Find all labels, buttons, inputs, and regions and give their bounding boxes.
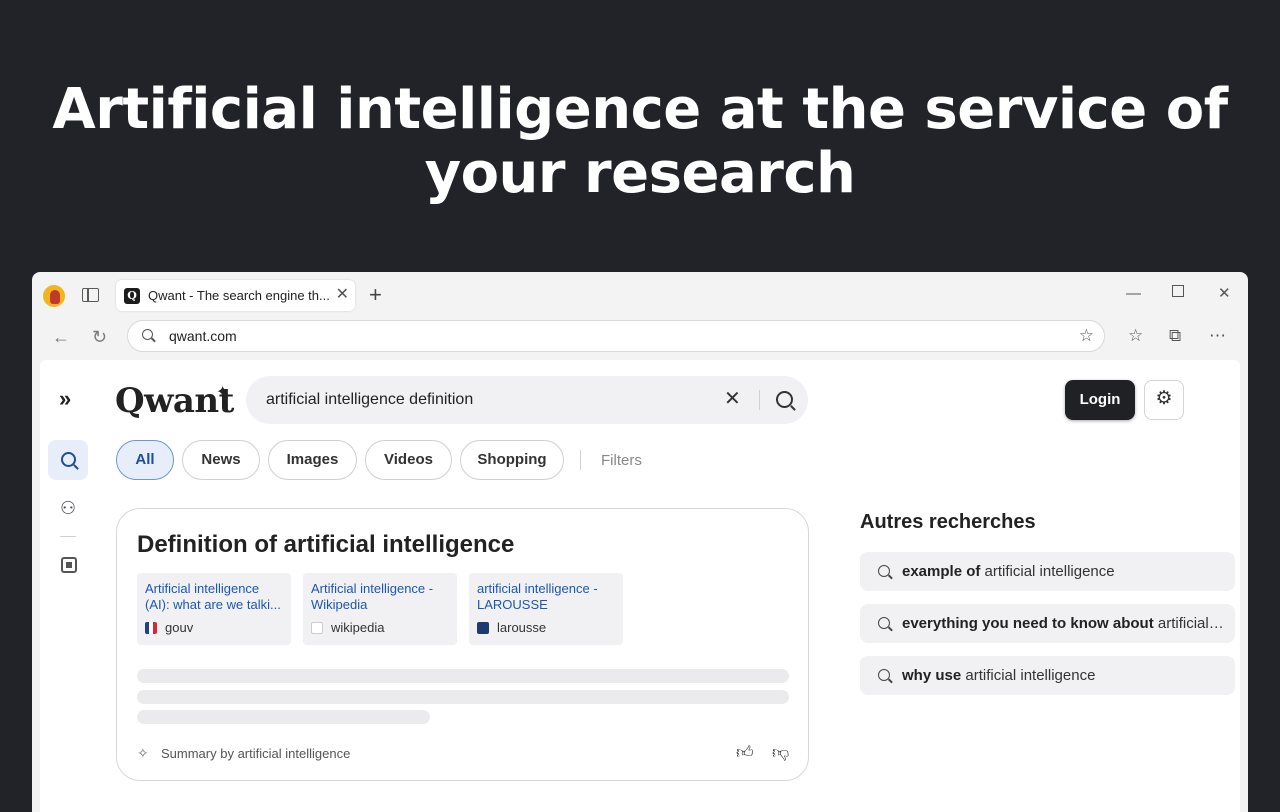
related-search-bold: why use [902, 667, 962, 684]
hero-line-2: your research [424, 141, 856, 206]
hero-line-1: Artificial intelligence at the service o… [52, 77, 1228, 142]
source-title-line: Artificial intelligence - [311, 581, 434, 596]
minimize-icon[interactable]: — [1126, 284, 1141, 304]
tab-images[interactable]: Images [268, 440, 357, 480]
related-search-item[interactable]: everything you need to know about artifi… [860, 604, 1235, 643]
url-text: qwant.com [169, 328, 237, 344]
search-submit-icon[interactable] [776, 391, 793, 408]
related-search-text: why use artificial intelligence [902, 667, 1224, 685]
wikipedia-favicon-icon [311, 622, 323, 634]
filters-button[interactable]: Filters [601, 452, 642, 470]
tab-title: Qwant - The search engine th... [148, 288, 330, 303]
source-title-line: (AI): what are we talki... [145, 597, 281, 612]
source-site: gouv [165, 620, 194, 635]
tab-close-icon[interactable]: ✕ [336, 286, 349, 304]
address-search-icon [142, 329, 153, 340]
search-icon [878, 565, 890, 577]
reload-icon[interactable]: ↻ [92, 326, 107, 348]
source-title[interactable]: artificial intelligence - LAROUSSE [477, 581, 617, 613]
search-icon [878, 669, 890, 681]
source-title-line: artificial intelligence - [477, 581, 598, 596]
qwant-page: » ⚇ Qwant ✦ artificial intelligence defi… [40, 360, 1240, 812]
related-search-bold: everything you need to know about [902, 615, 1154, 632]
related-search-text: everything you need to know about artifi… [902, 615, 1224, 633]
loading-skeleton-line [137, 710, 430, 724]
profile-avatar[interactable] [43, 285, 65, 307]
ai-summary-label: Summary by artificial intelligence [161, 746, 351, 761]
logo-sparkle-icon: ✦ [216, 384, 230, 401]
related-searches-title: Autres recherches [860, 511, 1036, 533]
search-divider [759, 390, 760, 410]
loading-skeleton-line [137, 669, 789, 683]
search-box[interactable]: artificial intelligence definition ✕ [246, 376, 808, 424]
source-site: wikipedia [331, 620, 385, 635]
gear-icon: ⚙ [1155, 388, 1173, 409]
navigation-bar: ← ↻ qwant.com ☆ ☆ ⧉ ⋯ [32, 318, 1248, 360]
larousse-favicon-icon [477, 622, 489, 634]
add-favorite-icon[interactable]: ☆ [1079, 326, 1094, 346]
thumbs-up-icon[interactable]: 👍︎ [736, 743, 754, 763]
related-search-text: example of artificial intelligence [902, 563, 1224, 581]
thumbs-down-icon[interactable]: 👎︎ [772, 743, 789, 763]
close-window-icon[interactable]: ✕ [1218, 284, 1231, 304]
source-card[interactable]: Artificial intelligence - Wikipedia wiki… [303, 573, 457, 645]
settings-button[interactable]: ⚙ [1144, 380, 1184, 420]
related-search-item[interactable]: example of artificial intelligence [860, 552, 1235, 591]
tab-shopping[interactable]: Shopping [460, 440, 564, 480]
new-tab-icon[interactable]: + [369, 282, 382, 308]
assistant-icon[interactable]: ⚇ [60, 498, 76, 518]
back-icon[interactable]: ← [52, 326, 70, 348]
source-title-line: Wikipedia [311, 597, 368, 612]
related-search-bold: example of [902, 563, 981, 580]
ai-sparkle-icon: ✧ [137, 745, 149, 761]
login-button[interactable]: Login [1065, 380, 1135, 420]
source-title-line: Artificial intelligence [145, 581, 260, 596]
browser-window: Q Qwant - The search engine th... ✕ + — … [32, 272, 1248, 812]
browser-tab[interactable]: Q Qwant - The search engine th... ✕ [116, 280, 355, 311]
tabs-divider [580, 450, 581, 470]
collections-icon[interactable]: ⧉ [1169, 326, 1181, 346]
hero-heading: Artificial intelligence at the service o… [0, 78, 1280, 206]
qwant-favicon-icon: Q [124, 288, 140, 304]
related-search-rest: artificial intelligence [961, 667, 1096, 684]
source-title-line: LAROUSSE [477, 597, 548, 612]
gouv-favicon-icon [145, 622, 157, 634]
definition-card: Definition of artificial intelligence Ar… [116, 508, 809, 781]
search-input[interactable]: artificial intelligence definition [266, 391, 473, 409]
tab-bar: Q Qwant - The search engine th... ✕ + — … [32, 272, 1248, 318]
source-title[interactable]: Artificial intelligence - Wikipedia [311, 581, 451, 613]
favorites-icon[interactable]: ☆ [1128, 326, 1143, 346]
loading-skeleton-line [137, 690, 789, 704]
tab-news[interactable]: News [182, 440, 260, 480]
address-bar[interactable]: qwant.com ☆ [127, 320, 1105, 352]
vertical-tabs-icon[interactable] [82, 288, 99, 302]
related-search-rest: artificial intelligence [980, 563, 1115, 580]
definition-title: Definition of artificial intelligence [137, 531, 515, 558]
tab-videos[interactable]: Videos [365, 440, 452, 480]
clear-icon[interactable]: ✕ [724, 388, 741, 410]
expand-sidebar-icon[interactable]: » [59, 388, 71, 410]
tab-all[interactable]: All [116, 440, 174, 480]
source-title[interactable]: Artificial intelligence (AI): what are w… [145, 581, 285, 613]
more-menu-icon[interactable]: ⋯ [1209, 326, 1226, 346]
related-search-rest: artificial intelligence [1157, 615, 1224, 632]
search-icon [878, 617, 890, 629]
rail-search-button[interactable] [48, 440, 88, 480]
source-card[interactable]: Artificial intelligence (AI): what are w… [137, 573, 291, 645]
related-search-item[interactable]: why use artificial intelligence [860, 656, 1235, 695]
search-icon [61, 452, 76, 467]
apps-icon[interactable] [61, 557, 77, 573]
maximize-icon[interactable] [1172, 285, 1184, 297]
rail-divider [60, 536, 76, 537]
source-site: larousse [497, 620, 547, 635]
source-card[interactable]: artificial intelligence - LAROUSSE larou… [469, 573, 623, 645]
